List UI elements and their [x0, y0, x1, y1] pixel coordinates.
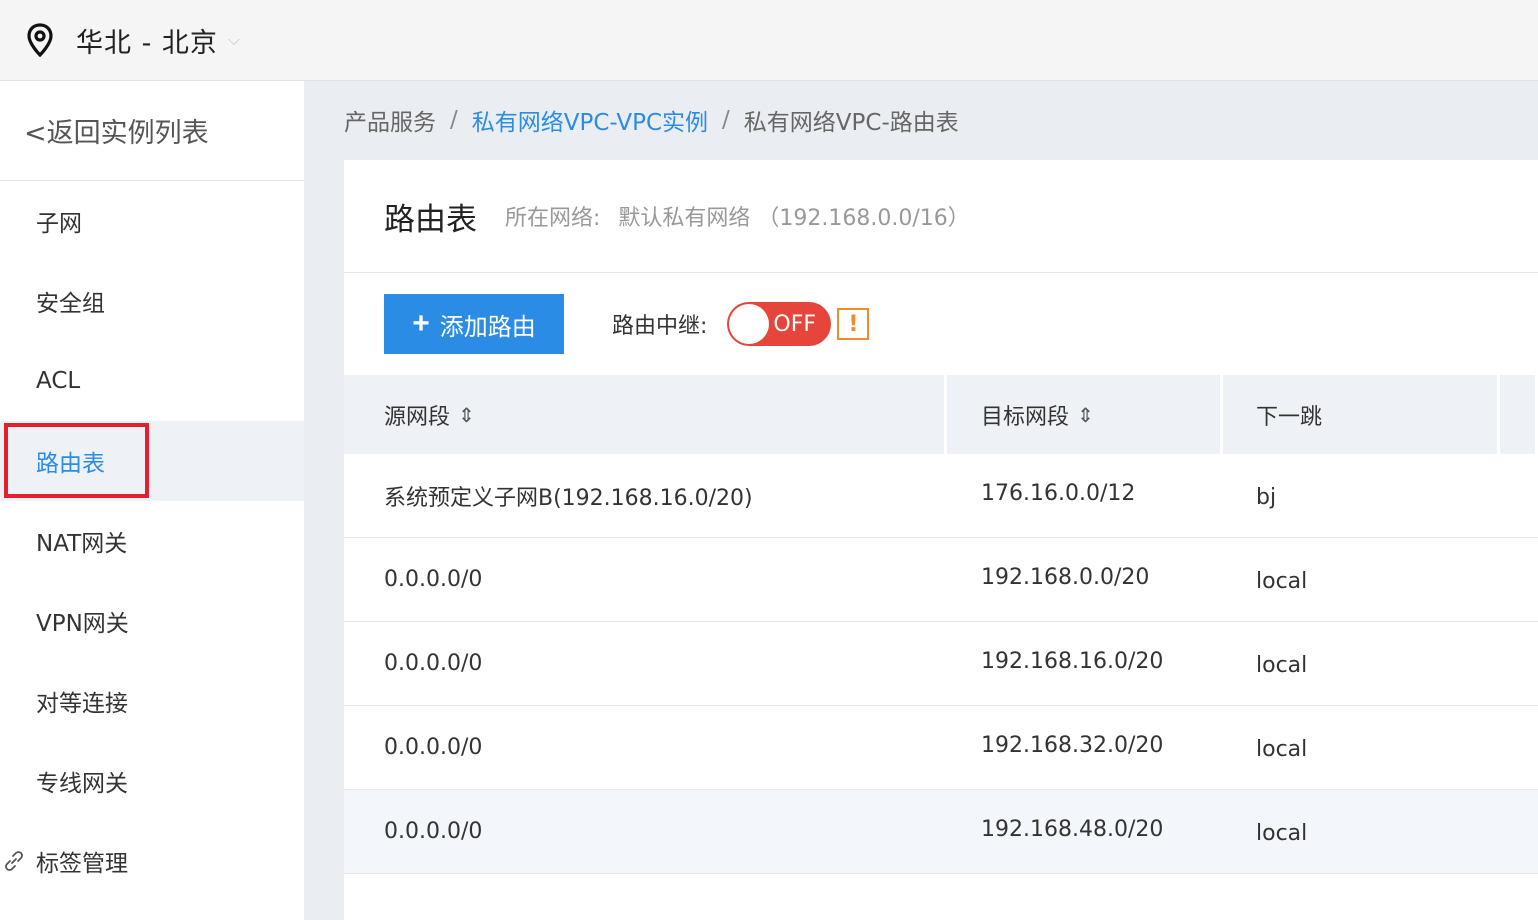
- breadcrumb: 产品服务 / 私有网络VPC-VPC实例 / 私有网络VPC-路由表: [344, 100, 959, 140]
- add-route-label: 添加路由: [439, 313, 536, 341]
- chevron-down-icon[interactable]: ⌵: [228, 30, 240, 50]
- sidebar-item-route-table[interactable]: 路由表: [0, 421, 304, 501]
- region-selector[interactable]: 华北 - 北京: [76, 21, 218, 60]
- cell-next-hop: bj: [1256, 485, 1277, 510]
- top-bar: 华北 - 北京 ⌵: [0, 0, 1538, 81]
- column-header-label: 目标网段: [981, 404, 1070, 430]
- cell-next-hop: local: [1256, 737, 1308, 762]
- breadcrumb-separator: /: [722, 107, 730, 133]
- cell-next-hop: local: [1256, 653, 1308, 678]
- cell-truncated: [1500, 454, 1538, 537]
- sidebar-item-label: 标签管理: [36, 851, 128, 877]
- sidebar-item-tag-management[interactable]: 标签管理: [0, 821, 304, 901]
- panel-header: 路由表 所在网络: 默认私有网络 （192.168.0.0/16）: [344, 160, 1538, 273]
- sidebar-item-nat-gateway[interactable]: NAT网关: [0, 501, 304, 581]
- sidebar-item-label: 安全组: [36, 291, 105, 317]
- cell-truncated: [1500, 706, 1538, 789]
- link-icon: [2, 849, 26, 873]
- breadcrumb-item-route-table: 私有网络VPC-路由表: [743, 110, 959, 136]
- cell-truncated: [1500, 790, 1538, 873]
- table-header: 源网段 ⇕ 目标网段 ⇕ 下一跳: [344, 375, 1538, 454]
- cell-truncated: [1500, 538, 1538, 621]
- column-header-destination[interactable]: 目标网段 ⇕: [947, 375, 1223, 454]
- cell-destination: 176.16.0.0/12: [981, 481, 1136, 506]
- cell-next-hop: local: [1256, 569, 1308, 594]
- sort-icon[interactable]: ⇕: [1077, 403, 1094, 427]
- sidebar-item-peering[interactable]: 对等连接: [0, 661, 304, 741]
- column-header-next-hop: 下一跳: [1223, 375, 1500, 454]
- warning-icon[interactable]: !: [837, 308, 870, 340]
- sidebar-item-security-group[interactable]: 安全组: [0, 261, 304, 341]
- main-panel: 路由表 所在网络: 默认私有网络 （192.168.0.0/16） + 添加路由…: [344, 160, 1538, 920]
- cell-source: 系统预定义子网B(192.168.16.0/20): [384, 485, 753, 511]
- cell-source: 0.0.0.0/0: [384, 735, 483, 760]
- plus-icon: +: [412, 307, 430, 340]
- toggle-state: OFF: [773, 311, 817, 337]
- breadcrumb-separator: /: [450, 107, 458, 133]
- sort-icon[interactable]: ⇕: [458, 403, 475, 427]
- cell-destination: 192.168.48.0/20: [981, 817, 1164, 842]
- column-header-truncated: [1500, 375, 1538, 454]
- table-row[interactable]: 0.0.0.0/0 192.168.0.0/20 local: [344, 538, 1538, 622]
- cell-destination: 192.168.16.0/20: [981, 649, 1164, 674]
- sidebar-item-acl[interactable]: ACL: [0, 341, 304, 421]
- sidebar-item-label: 对等连接: [36, 691, 128, 717]
- table-row[interactable]: 0.0.0.0/0 192.168.16.0/20 local: [344, 622, 1538, 706]
- toolbar: + 添加路由 路由中继: OFF !: [344, 273, 1538, 375]
- sidebar-item-vpn-gateway[interactable]: VPN网关: [0, 581, 304, 661]
- column-header-label: 源网段: [384, 404, 451, 430]
- back-to-instance-list-link[interactable]: <返回实例列表: [0, 81, 304, 181]
- route-table: 源网段 ⇕ 目标网段 ⇕ 下一跳 系统预定义子网B(192.168.16.0/2…: [344, 375, 1538, 874]
- route-relay-label: 路由中继:: [612, 314, 708, 339]
- map-pin-icon: [26, 22, 54, 58]
- add-route-button[interactable]: + 添加路由: [384, 294, 564, 354]
- sidebar-item-label: 子网: [36, 211, 82, 237]
- cell-source: 0.0.0.0/0: [384, 567, 483, 592]
- sidebar-item-subnet[interactable]: 子网: [0, 181, 304, 261]
- sidebar-item-label: NAT网关: [36, 531, 128, 557]
- column-header-source[interactable]: 源网段 ⇕: [344, 375, 947, 454]
- cell-next-hop: local: [1256, 821, 1308, 846]
- breadcrumb-item-products[interactable]: 产品服务: [344, 103, 436, 137]
- toggle-knob: [729, 304, 770, 344]
- sidebar-item-label: ACL: [36, 368, 81, 394]
- column-header-label: 下一跳: [1256, 404, 1323, 430]
- highlight-box: [4, 423, 149, 498]
- network-value: 默认私有网络 （192.168.0.0/16）: [618, 206, 970, 231]
- network-label: 所在网络:: [505, 206, 601, 231]
- cell-source: 0.0.0.0/0: [384, 819, 483, 844]
- cell-truncated: [1500, 622, 1538, 705]
- page-title: 路由表: [384, 201, 477, 238]
- table-row[interactable]: 系统预定义子网B(192.168.16.0/20) 176.16.0.0/12 …: [344, 454, 1538, 538]
- table-row[interactable]: 0.0.0.0/0 192.168.32.0/20 local: [344, 706, 1538, 790]
- route-relay-toggle[interactable]: OFF: [727, 302, 832, 346]
- cell-destination: 192.168.32.0/20: [981, 733, 1164, 758]
- table-row[interactable]: 0.0.0.0/0 192.168.48.0/20 local: [344, 790, 1538, 874]
- cell-destination: 192.168.0.0/20: [981, 565, 1150, 590]
- sidebar-item-direct-connect-gateway[interactable]: 专线网关: [0, 741, 304, 821]
- breadcrumb-item-vpc-instance[interactable]: 私有网络VPC-VPC实例: [472, 103, 708, 137]
- cell-source: 0.0.0.0/0: [384, 651, 483, 676]
- sidebar-item-label: VPN网关: [36, 611, 129, 637]
- sidebar: <返回实例列表 子网 安全组 ACL 路由表 NAT网关 VPN网关 对等连接 …: [0, 81, 304, 920]
- sidebar-item-label: 专线网关: [36, 771, 128, 797]
